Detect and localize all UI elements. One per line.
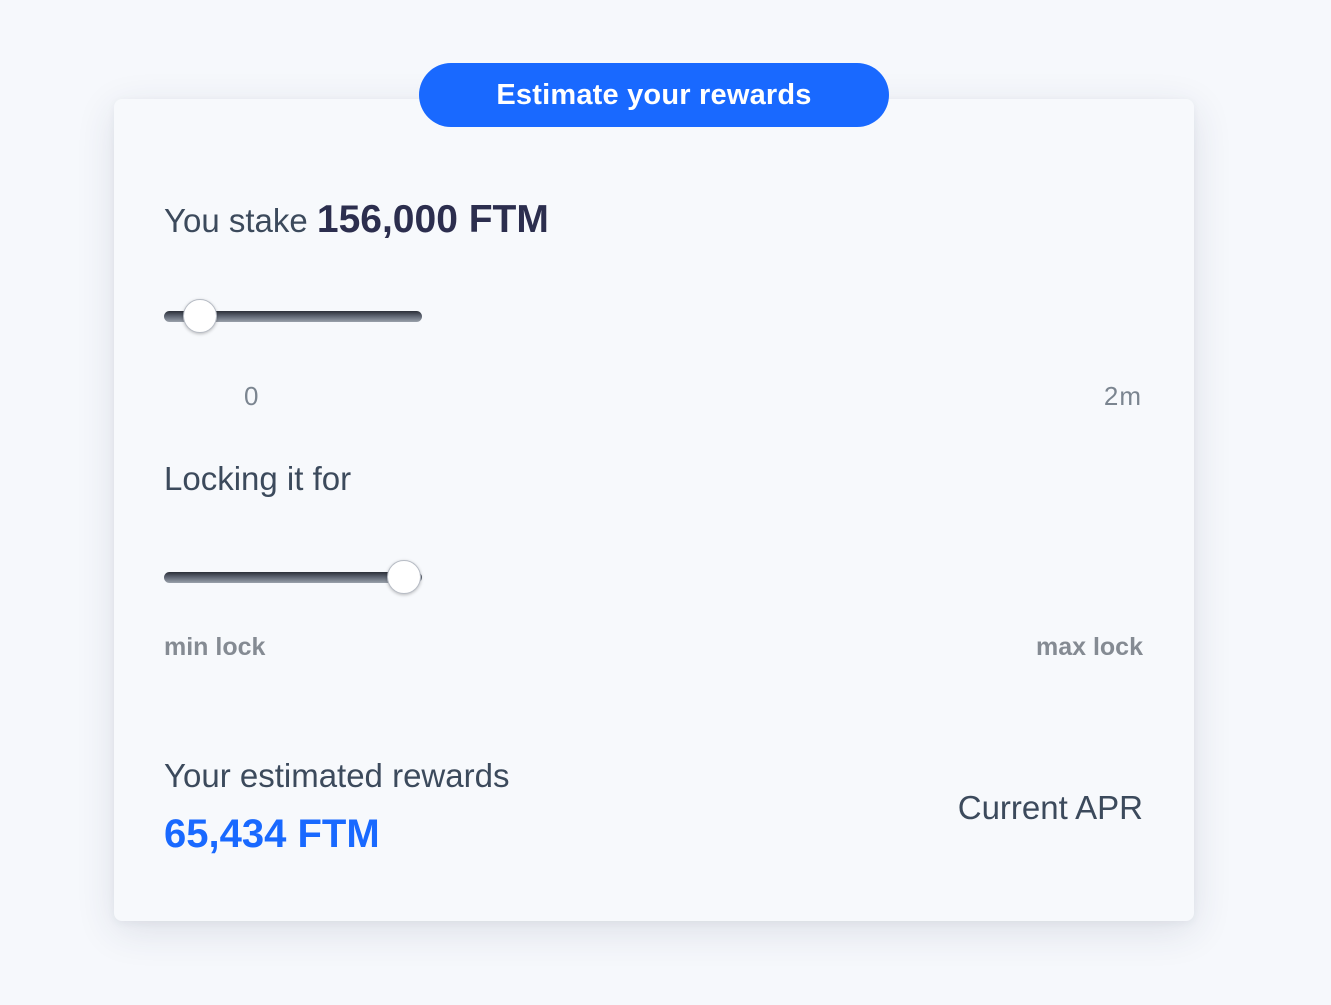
stake-prefix-label: You stake [164, 202, 308, 239]
current-apr-label: Current APR [957, 789, 1143, 826]
estimated-rewards-title: Your estimated rewards [164, 757, 510, 794]
stake-amount-slider[interactable] [164, 299, 422, 333]
stake-slider-thumb[interactable] [183, 299, 218, 333]
lock-duration-slider[interactable] [164, 560, 422, 594]
lock-min-label: min lock [164, 633, 266, 661]
stake-amount-value: 156,000 FTM [316, 198, 549, 241]
lock-slider-thumb[interactable] [386, 560, 421, 594]
estimate-rewards-button[interactable]: Estimate your rewards [419, 63, 889, 127]
lock-max-label: max lock [1035, 633, 1143, 661]
stake-amount-line: You stake 156,000 FTM [164, 198, 549, 242]
stake-min-label: 0 [244, 381, 260, 411]
estimated-rewards-value: 65,434 FTM [164, 812, 380, 856]
lock-slider-track[interactable] [164, 572, 422, 583]
stake-max-label: 2m [1103, 381, 1142, 411]
lock-duration-title: Locking it for [164, 460, 352, 497]
